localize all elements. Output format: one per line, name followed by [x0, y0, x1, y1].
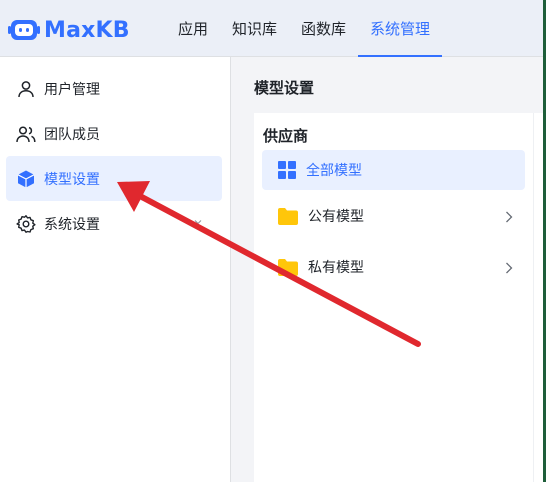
- sidebar-item-system-settings[interactable]: 系统设置: [6, 201, 222, 246]
- top-nav: 应用 知识库 函数库 系统管理: [166, 0, 443, 58]
- top-header: MaxKB 应用 知识库 函数库 系统管理: [0, 0, 546, 58]
- team-icon: [16, 124, 36, 144]
- chevron-right-icon: [506, 262, 513, 274]
- sidebar-item-users[interactable]: 用户管理: [6, 66, 222, 111]
- provider-panel: 供应商 全部模型 公有模型 私有模型: [254, 113, 546, 482]
- provider-label: 全部模型: [306, 162, 362, 178]
- sidebar-item-model-settings[interactable]: 模型设置: [6, 156, 222, 201]
- provider-header: 供应商: [263, 128, 309, 145]
- chevron-down-icon: [194, 220, 202, 225]
- gear-icon: [16, 214, 36, 234]
- app-logo-text: MaxKB: [44, 17, 130, 43]
- panel-divider: [533, 113, 534, 482]
- page-title: 模型设置: [254, 80, 315, 97]
- folder-icon: [278, 207, 298, 225]
- main-content: 模型设置 供应商 全部模型 公有模型 私有模型: [232, 57, 546, 482]
- provider-item-all-models[interactable]: 全部模型: [262, 150, 525, 190]
- sidebar-item-label: 团队成员: [44, 125, 100, 142]
- sidebar: 用户管理 团队成员 模型设置 系统设置: [0, 57, 231, 482]
- nav-tab-knowledge[interactable]: 知识库: [220, 0, 289, 57]
- folder-icon: [278, 258, 298, 276]
- provider-item-private-models[interactable]: 私有模型: [262, 247, 525, 287]
- robot-logo-icon: [8, 20, 40, 40]
- provider-item-public-models[interactable]: 公有模型: [262, 196, 525, 236]
- sidebar-item-label: 用户管理: [44, 80, 100, 97]
- sidebar-item-team[interactable]: 团队成员: [6, 111, 222, 156]
- user-icon: [16, 79, 36, 99]
- chevron-right-icon: [506, 211, 513, 223]
- sidebar-item-label: 模型设置: [44, 170, 100, 187]
- sidebar-item-label: 系统设置: [44, 215, 100, 232]
- provider-label: 公有模型: [308, 208, 364, 224]
- nav-tab-apps[interactable]: 应用: [166, 0, 220, 57]
- provider-label: 私有模型: [308, 259, 364, 275]
- nav-tab-functions[interactable]: 函数库: [289, 0, 358, 57]
- grid-icon: [278, 161, 296, 179]
- app-logo[interactable]: MaxKB: [8, 15, 130, 45]
- nav-tab-system[interactable]: 系统管理: [358, 0, 443, 58]
- cube-icon: [16, 169, 36, 189]
